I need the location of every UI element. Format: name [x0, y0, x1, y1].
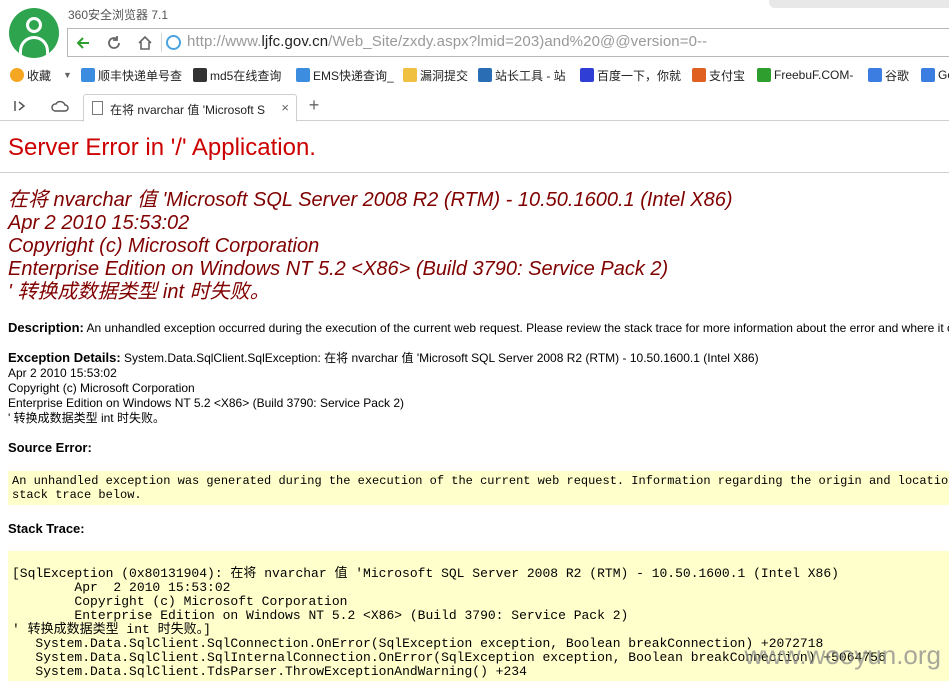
home-icon — [138, 35, 152, 50]
alipay-icon — [692, 68, 706, 82]
source-error-heading: Source Error: — [8, 440, 92, 456]
error-message-line: ' 转换成数据类型 int 时失败。 — [8, 281, 270, 303]
chevron-down-icon[interactable]: ▼ — [63, 70, 72, 80]
bookmark-label: 收藏 — [27, 68, 52, 83]
bookmark-label: md5在线查询 — [210, 68, 282, 83]
source-error-label: Source Error: — [8, 440, 92, 455]
error-message: 在将 nvarchar 值 'Microsoft SQL Server 2008… — [8, 189, 732, 304]
exception-line: Apr 2 2010 15:53:02 — [8, 366, 117, 380]
bookmark-label: 百度一下，你就 — [597, 68, 682, 83]
browser-chrome: 360安全浏览器 7.1 http://www.ljfc.gov.cn/Web_… — [0, 0, 949, 122]
bookmark-item[interactable]: Go — [921, 66, 949, 84]
bookmark-label: 漏洞提交 — [420, 68, 469, 83]
back-button[interactable] — [68, 29, 98, 56]
exception-details-section: Exception Details: System.Data.SqlClient… — [8, 350, 759, 426]
source-error-text: An unhandled exception was generated dur… — [12, 474, 949, 502]
webmaster-tools-icon — [478, 68, 492, 82]
url-field[interactable]: http://www.ljfc.gov.cn/Web_Site/zxdy.asp… — [187, 33, 707, 50]
bookmark-label: EMS快递查询_ — [313, 68, 394, 83]
watermark: www.wooyun.org — [744, 640, 941, 670]
page-title: Server Error in '/' Application. — [8, 134, 316, 161]
tab-bar: 在将 nvarchar 值 'Microsoft S × + — [0, 92, 949, 122]
bookmark-item[interactable]: 百度一下，你就 — [580, 66, 681, 84]
bookmark-label: 站长工具 - 站 — [495, 68, 566, 83]
url-host: ljfc.gov.cn — [261, 33, 329, 50]
tab-title: 在将 nvarchar 值 'Microsoft S — [110, 103, 265, 117]
description-text: An unhandled exception occurred during t… — [86, 321, 949, 335]
error-message-line: Enterprise Edition on Windows NT 5.2 <X8… — [8, 258, 669, 280]
bookmark-label: 谷歌 — [885, 68, 910, 83]
bookmark-item[interactable]: 顺丰快递单号查 — [81, 66, 182, 84]
google-icon — [921, 68, 935, 82]
bookmark-item[interactable]: 支付宝 — [692, 66, 745, 84]
google-icon — [868, 68, 882, 82]
bookmark-label: FreebuF.COM- — [774, 68, 854, 82]
cloud-button[interactable] — [50, 96, 70, 116]
tab-active[interactable]: 在将 nvarchar 值 'Microsoft S × — [83, 94, 297, 122]
exception-details-label: Exception Details: — [8, 350, 121, 365]
new-tab-button[interactable]: + — [304, 96, 324, 116]
window-controls[interactable] — [769, 0, 949, 8]
bookmark-item[interactable]: 谷歌 — [868, 66, 909, 84]
bookmark-item[interactable]: 漏洞提交 — [403, 66, 468, 84]
bookmarks-bar: 收藏 ▼ 顺丰快递单号查 md5在线查询 EMS快递查询_ 漏洞提交 站长工具 … — [0, 63, 949, 85]
bookmark-item[interactable]: EMS快递查询_ — [296, 66, 394, 84]
ems-icon — [296, 68, 310, 82]
page-content: Server Error in '/' Application. 在将 nvar… — [0, 121, 949, 681]
baidu-paw-icon — [580, 68, 594, 82]
bookmark-item[interactable]: FreebuF.COM- — [757, 66, 853, 84]
description-section: Description: An unhandled exception occu… — [8, 320, 949, 336]
exception-line: ' 转换成数据类型 int 时失败。 — [8, 411, 165, 425]
home-button[interactable] — [130, 29, 160, 56]
sf-express-icon — [81, 68, 95, 82]
sidebar-toggle-button[interactable] — [10, 96, 30, 116]
url-path: /Web_Site/zxdy.aspx?lmid=203)and%20@@ver… — [328, 33, 708, 50]
back-arrow-icon — [76, 36, 89, 49]
bookmark-item[interactable]: 站长工具 - 站 — [478, 66, 566, 84]
exception-line: System.Data.SqlClient.SqlException: 在将 n… — [124, 351, 759, 365]
address-separator — [161, 33, 162, 52]
freebuf-icon — [757, 68, 771, 82]
exception-line: Enterprise Edition on Windows NT 5.2 <X8… — [8, 396, 404, 410]
url-prefix: http://www. — [187, 33, 262, 50]
page-icon — [92, 101, 103, 115]
refresh-icon — [108, 35, 120, 49]
star-icon — [10, 68, 24, 82]
stack-trace-heading: Stack Trace: — [8, 521, 85, 537]
address-bar[interactable]: http://www.ljfc.gov.cn/Web_Site/zxdy.asp… — [67, 28, 949, 57]
site-security-icon[interactable] — [166, 35, 181, 50]
error-message-line: Apr 2 2010 15:53:02 — [8, 212, 190, 234]
sidebar-toggle-icon — [14, 101, 26, 111]
grid-icon — [193, 68, 207, 82]
description-label: Description: — [8, 320, 84, 335]
stack-trace-label: Stack Trace: — [8, 521, 85, 536]
cloud-icon — [51, 100, 69, 112]
bookmark-label: 支付宝 — [709, 68, 746, 83]
error-message-line: Copyright (c) Microsoft Corporation — [8, 235, 320, 257]
bookmark-favorites[interactable]: 收藏 ▼ — [10, 66, 72, 84]
refresh-button[interactable] — [99, 29, 129, 56]
source-error-box: An unhandled exception was generated dur… — [8, 471, 949, 505]
divider — [0, 172, 949, 173]
user-avatar-icon[interactable] — [9, 8, 59, 58]
exception-line: Copyright (c) Microsoft Corporation — [8, 381, 195, 395]
bookmark-label: Go — [938, 68, 949, 82]
error-message-line: 在将 nvarchar 值 'Microsoft SQL Server 2008… — [8, 189, 733, 211]
bookmark-label: 顺丰快递单号查 — [98, 68, 183, 83]
bookmark-item[interactable]: md5在线查询 — [193, 66, 281, 84]
folder-icon — [403, 68, 417, 82]
close-tab-icon[interactable]: × — [281, 100, 289, 115]
app-title: 360安全浏览器 7.1 — [68, 8, 169, 22]
